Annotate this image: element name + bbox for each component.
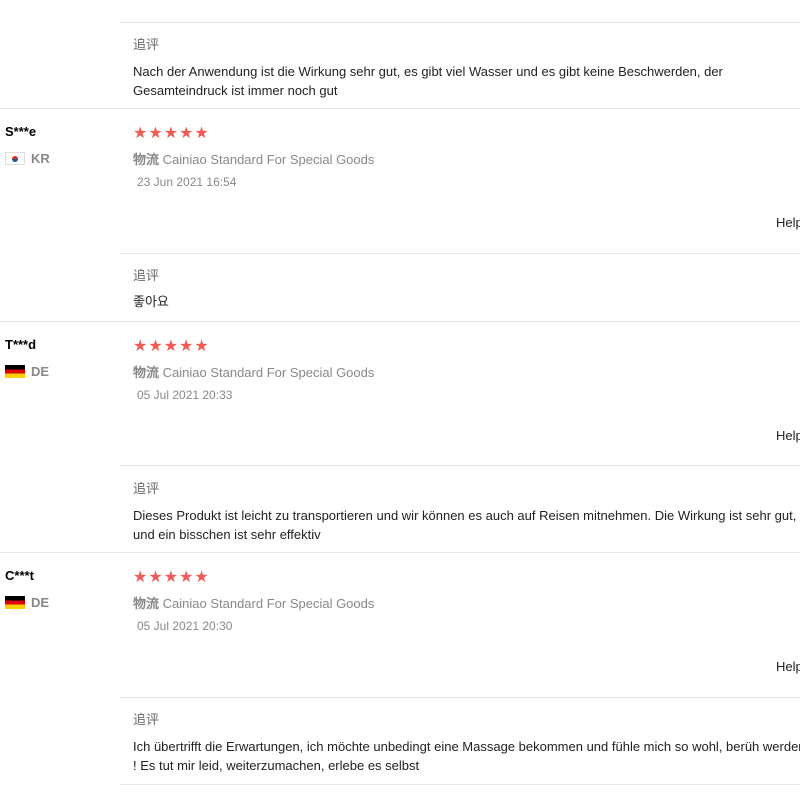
reviewer-name: T***d [5,337,37,352]
divider [120,253,800,254]
reviewer-country: DE [5,364,49,379]
divider [120,784,800,785]
logistics-info: 物流 Cainiao Standard For Special Goods [133,593,374,612]
divider [120,697,800,698]
review-date: 05 Jul 2021 20:33 [137,388,233,402]
country-code: KR [31,151,50,166]
helpful-button[interactable]: Help [776,659,800,674]
reviewer-name: C***t [5,568,34,583]
divider [0,108,800,109]
star-rating: ★★★★★ [133,569,210,586]
review-date: 05 Jul 2021 20:30 [137,619,233,633]
logistics-label: 物流 [133,596,160,611]
followup-label: 追评 [133,712,160,727]
country-code: DE [31,364,50,379]
divider [0,552,800,553]
logistics-value: Cainiao Standard For Special Goods [162,365,375,380]
helpful-button[interactable]: Help [776,428,800,443]
flag-de-icon [5,596,25,609]
logistics-info: 物流 Cainiao Standard For Special Goods [133,149,374,168]
reviewer-country: KR [5,151,50,166]
followup-text: Nach der Anwendung ist die Wirkung sehr … [133,64,723,98]
divider [0,321,800,322]
logistics-label: 物流 [133,152,160,167]
star-rating: ★★★★★ [133,125,210,142]
followup-label: 追评 [133,37,160,52]
logistics-label: 物流 [133,365,160,380]
helpful-button[interactable]: Help [776,215,800,230]
reviewer-country: DE [5,595,49,610]
review-date: 23 Jun 2021 16:54 [137,175,237,189]
divider [120,465,800,466]
logistics-value: Cainiao Standard For Special Goods [162,152,375,167]
followup-text: 좋아요 [133,294,169,309]
logistics-value: Cainiao Standard For Special Goods [162,596,375,611]
country-code: DE [31,595,50,610]
logistics-info: 物流 Cainiao Standard For Special Goods [133,362,374,381]
divider [120,22,800,23]
flag-de-icon [5,365,25,378]
star-rating: ★★★★★ [133,338,210,355]
followup-text: Dieses Produkt ist leicht zu transportie… [133,508,797,542]
followup-label: 追评 [133,481,160,496]
followup-label: 追评 [133,268,160,283]
followup-text: Ich übertrifft die Erwartungen, ich möch… [133,739,800,773]
reviewer-name: S***e [5,124,37,139]
flag-kr-icon [5,152,25,165]
